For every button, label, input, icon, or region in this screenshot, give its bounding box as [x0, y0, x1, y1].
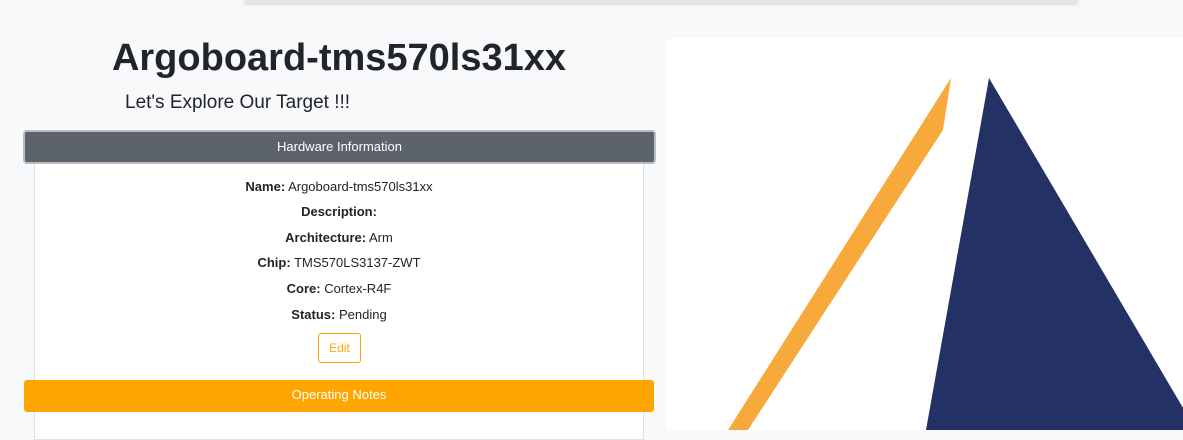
page-title: Argoboard-tms570ls31xx: [111, 37, 567, 79]
info-row-chip: Chip: TMS570LS3137-ZWT: [34, 254, 644, 272]
name-value: Argoboard-tms570ls31xx: [288, 179, 433, 194]
core-value: Cortex-R4F: [324, 281, 392, 296]
info-row-description: Description:: [34, 203, 644, 221]
hardware-info-header[interactable]: Hardware Information: [23, 130, 656, 164]
info-row-core: Core: Cortex-R4F: [34, 280, 644, 298]
edit-button[interactable]: Edit: [318, 333, 361, 363]
status-label: Status:: [291, 307, 336, 322]
info-row-name: Name: Argoboard-tms570ls31xx: [34, 178, 644, 196]
description-label: Description:: [301, 204, 377, 219]
orange-stripe-shape: [728, 78, 951, 430]
info-row-status: Status: Pending: [34, 306, 644, 324]
name-label: Name:: [245, 179, 286, 194]
target-illustration-panel: [666, 38, 1183, 430]
navy-triangle-shape: [926, 78, 1183, 430]
architecture-value: Arm: [368, 230, 393, 245]
top-navbar-shadow: [244, 0, 1078, 3]
operating-notes-header[interactable]: Operating Notes: [24, 380, 654, 412]
architecture-label: Architecture:: [285, 230, 367, 245]
info-row-architecture: Architecture: Arm: [34, 229, 644, 247]
page-subtitle: Let's Explore Our Target !!!: [125, 92, 351, 113]
chip-value: TMS570LS3137-ZWT: [294, 255, 421, 270]
status-value: Pending: [338, 307, 387, 322]
sail-illustration: [728, 78, 1183, 430]
chip-label: Chip:: [257, 255, 291, 270]
core-label: Core:: [286, 281, 321, 296]
